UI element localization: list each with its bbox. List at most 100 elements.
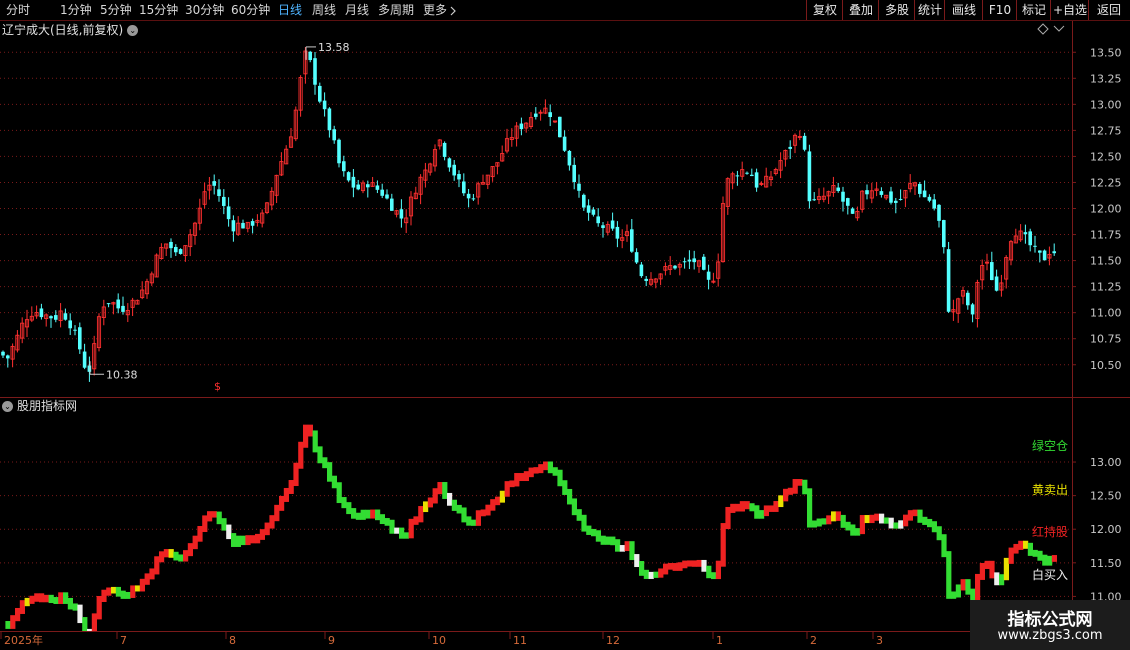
indicator-step	[979, 562, 985, 580]
f10-button[interactable]: F10	[982, 0, 1017, 20]
period-tab-daily[interactable]: 日线	[278, 0, 302, 20]
multi-stock-button[interactable]: 多股	[878, 0, 915, 20]
candle-body	[346, 172, 351, 181]
price-tick-label: 10.75	[1090, 333, 1122, 346]
indicator-step	[571, 498, 577, 516]
indicator-step	[605, 536, 611, 545]
indicator-step	[490, 499, 496, 511]
candle-body	[457, 174, 461, 180]
indicator-step	[816, 518, 822, 527]
chevron-down-small-icon[interactable]	[1053, 25, 1065, 32]
indicator-step	[831, 511, 837, 522]
indicator-step	[1023, 540, 1029, 549]
indicator-step	[331, 475, 337, 489]
indicator-step	[120, 590, 126, 599]
price-tick-label: 11.75	[1090, 229, 1122, 242]
price-tick-label: 12.50	[1090, 150, 1122, 163]
indicator-step	[898, 520, 904, 529]
date-tick-label: 10	[432, 634, 446, 647]
candle-body	[673, 265, 677, 269]
candle-body	[1, 351, 5, 356]
indicator-step	[1042, 554, 1048, 566]
indicator-step	[58, 592, 64, 604]
candle-body	[471, 198, 476, 200]
period-tab-monthly[interactable]: 月线	[345, 0, 369, 20]
indicator-step	[346, 502, 352, 515]
indicator-step	[648, 571, 654, 579]
period-tab-timeshare[interactable]: 分时	[6, 0, 30, 20]
indicator-step	[408, 518, 414, 539]
period-tab-multi[interactable]: 多周期	[378, 0, 414, 20]
indicator-step	[811, 520, 817, 528]
indicator-step	[840, 514, 846, 528]
chevron-right-icon	[450, 6, 456, 15]
indicator-step	[725, 506, 731, 530]
indicator-step	[269, 515, 275, 529]
candle-body	[68, 320, 72, 329]
indicator-step	[610, 536, 616, 546]
watermark-url: www.zbgs3.com	[997, 628, 1103, 643]
indicator-step	[106, 587, 112, 596]
indicator-step	[567, 488, 573, 505]
period-tab-weekly[interactable]: 周线	[312, 0, 336, 20]
draw-line-button[interactable]: 画线	[944, 0, 983, 20]
indicator-step	[504, 481, 510, 497]
indicator-step	[303, 424, 309, 448]
candle-body	[615, 226, 620, 239]
back-button[interactable]: 返回	[1088, 0, 1129, 20]
main-grid	[0, 51, 1072, 366]
indicator-step	[715, 560, 721, 580]
indicator-step	[855, 528, 861, 536]
mark-button[interactable]: 标记	[1016, 0, 1051, 20]
indicator-step	[787, 487, 793, 495]
indicator-step	[1008, 547, 1014, 564]
price-tick-label: 11.50	[1090, 255, 1122, 268]
indicator-step	[984, 560, 990, 569]
indicator-step	[538, 464, 544, 474]
candle-body	[534, 113, 538, 117]
indicator-step	[888, 517, 894, 529]
period-tab-1min[interactable]: 1分钟	[60, 0, 92, 20]
statistics-button[interactable]: 统计	[914, 0, 945, 20]
top-right-icons	[1037, 23, 1065, 35]
period-tab-60min[interactable]: 60分钟	[231, 0, 270, 20]
fuquan-button[interactable]: 复权	[806, 0, 843, 20]
indicator-step	[250, 535, 256, 544]
period-tab-30min[interactable]: 30分钟	[185, 0, 224, 20]
diamond-icon[interactable]	[1037, 23, 1049, 35]
candle-body	[519, 123, 524, 130]
add-favorite-button[interactable]: +自选	[1050, 0, 1089, 20]
indicator-step	[259, 529, 265, 540]
indicator-step	[562, 480, 568, 495]
candle-body	[596, 216, 600, 224]
candle-body	[241, 222, 245, 229]
ind-tick-label: 12.50	[1090, 490, 1122, 503]
indicator-step	[591, 528, 597, 537]
indicator-step	[1003, 557, 1009, 581]
overlay-button[interactable]: 叠加	[842, 0, 879, 20]
indicator-step	[533, 467, 539, 474]
period-tab-5min[interactable]: 5分钟	[100, 0, 132, 20]
candle-body	[946, 249, 951, 312]
indicator-step	[639, 561, 645, 576]
candle-body	[932, 199, 936, 209]
indicator-step	[706, 565, 712, 579]
candle-body	[308, 51, 312, 61]
indicator-step	[336, 482, 342, 504]
indicator-step	[322, 457, 328, 469]
candle-body	[894, 200, 898, 203]
price-tick-label: 12.00	[1090, 203, 1122, 216]
indicator-step	[125, 591, 131, 599]
indicator-step	[682, 560, 688, 569]
indicator-step	[447, 492, 453, 506]
indicator-step	[994, 572, 1000, 586]
candle-body	[169, 241, 173, 249]
period-tab-15min[interactable]: 15分钟	[139, 0, 178, 20]
date-tick-label: 3	[876, 634, 883, 647]
period-tab-more[interactable]: 更多	[423, 0, 457, 20]
candle-body	[318, 85, 322, 102]
candle-body	[1028, 231, 1032, 246]
candle-body	[1042, 250, 1047, 261]
candle-body	[970, 304, 975, 315]
date-tick-label: 11	[513, 634, 527, 647]
